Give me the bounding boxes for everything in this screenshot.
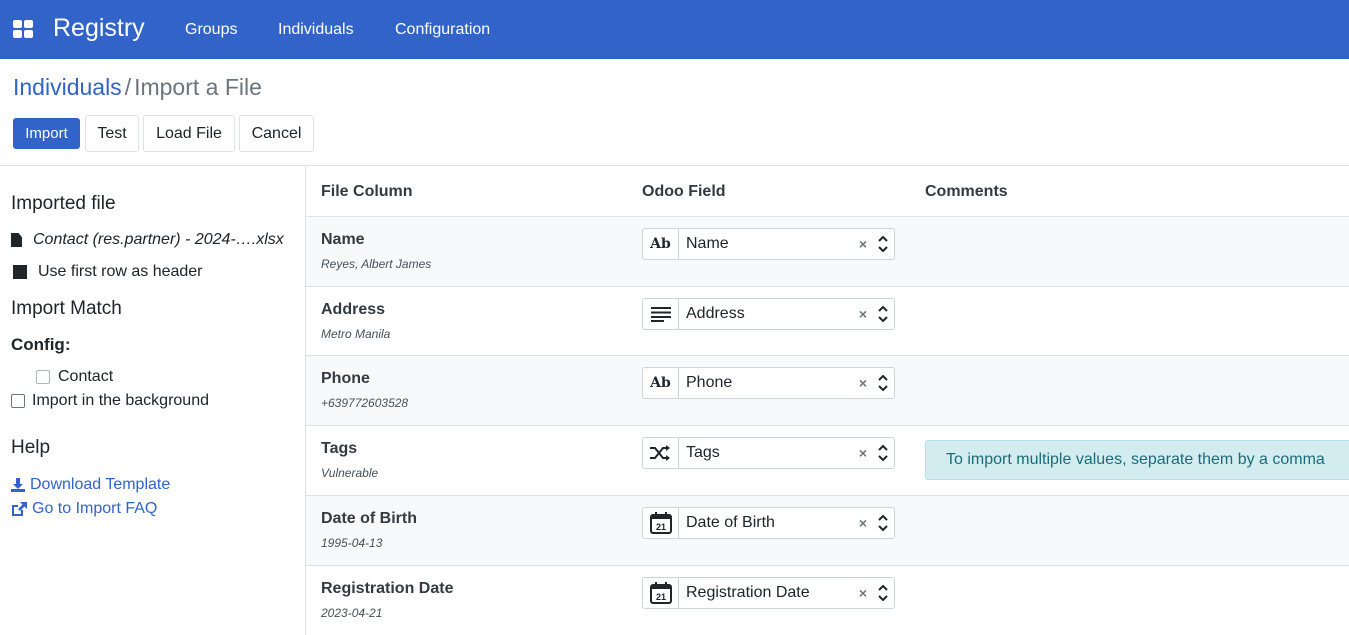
file-column-sample: 2023-04-21 bbox=[321, 606, 383, 620]
odoo-field-value: Tags bbox=[686, 444, 720, 461]
breadcrumb-separator: / bbox=[124, 74, 132, 100]
text-icon: Ab bbox=[643, 368, 679, 398]
sort-arrows-icon[interactable] bbox=[872, 373, 894, 393]
download-template-link[interactable]: Download Template bbox=[11, 476, 170, 494]
config-contact-label: Contact bbox=[58, 368, 114, 385]
table-row: Date of Birth 1995-04-13 21 Date of Birt… bbox=[306, 495, 1349, 565]
file-column-name: Address bbox=[321, 301, 386, 318]
odoo-field-value: Date of Birth bbox=[686, 514, 775, 531]
nav-item-groups[interactable]: Groups bbox=[185, 21, 237, 39]
header-odoo-field: Odoo Field bbox=[642, 183, 726, 200]
apps-menu-icon[interactable] bbox=[13, 20, 33, 38]
file-column-sample: Vulnerable bbox=[321, 466, 379, 480]
text-icon: Ab bbox=[643, 229, 679, 259]
comment-info-box: To import multiple values, separate them… bbox=[925, 440, 1349, 480]
import-background-checkbox[interactable] bbox=[11, 394, 25, 408]
download-template-label: Download Template bbox=[30, 476, 171, 493]
odoo-field-value: Address bbox=[686, 305, 745, 322]
load-file-button[interactable]: Load File bbox=[143, 115, 235, 152]
clear-icon[interactable]: × bbox=[854, 445, 872, 461]
table-row: Registration Date 2023-04-21 21 Registra… bbox=[306, 565, 1349, 635]
file-column-name: Date of Birth bbox=[321, 510, 417, 527]
import-faq-link[interactable]: Go to Import FAQ bbox=[11, 500, 157, 518]
sort-arrows-icon[interactable] bbox=[872, 583, 894, 603]
file-column-name: Name bbox=[321, 231, 365, 248]
sort-arrows-icon[interactable] bbox=[872, 304, 894, 324]
breadcrumb-current: Import a File bbox=[134, 74, 262, 100]
config-contact-option[interactable]: Contact bbox=[36, 368, 113, 386]
odoo-field-select[interactable]: 21 Registration Date × bbox=[642, 577, 895, 609]
sort-arrows-icon[interactable] bbox=[872, 443, 894, 463]
clear-icon[interactable]: × bbox=[854, 306, 872, 322]
config-contact-checkbox[interactable] bbox=[36, 370, 50, 384]
file-column-sample: Reyes, Albert James bbox=[321, 257, 432, 271]
calendar-icon: 21 bbox=[643, 578, 679, 608]
import-faq-label: Go to Import FAQ bbox=[32, 500, 158, 517]
help-title: Help bbox=[11, 437, 51, 458]
file-column-name: Tags bbox=[321, 440, 358, 457]
clear-icon[interactable]: × bbox=[854, 585, 872, 601]
odoo-field-value: Name bbox=[686, 235, 729, 252]
nav-item-configuration[interactable]: Configuration bbox=[395, 21, 490, 39]
first-row-header-label: Use first row as header bbox=[38, 263, 203, 280]
external-link-icon bbox=[12, 501, 27, 516]
file-icon bbox=[11, 233, 22, 247]
import-background-label: Import in the background bbox=[32, 392, 209, 409]
odoo-field-select[interactable]: Address × bbox=[642, 298, 895, 330]
import-button[interactable]: Import bbox=[13, 118, 80, 149]
calendar-icon: 21 bbox=[643, 508, 679, 538]
header-file-column: File Column bbox=[321, 183, 413, 200]
calendar-day-number: 21 bbox=[655, 592, 665, 602]
breadcrumb-individuals-link[interactable]: Individuals bbox=[13, 74, 122, 100]
odoo-field-select[interactable]: Ab Name × bbox=[642, 228, 895, 260]
first-row-header-checkbox[interactable] bbox=[13, 265, 27, 279]
odoo-field-value: Registration Date bbox=[686, 584, 810, 601]
download-icon bbox=[11, 478, 25, 492]
odoo-field-select[interactable]: Tags × bbox=[642, 437, 895, 469]
top-navbar: Registry Groups Individuals Configuratio… bbox=[0, 0, 1349, 59]
file-column-name: Phone bbox=[321, 370, 370, 387]
breadcrumb: Individuals / Import a File bbox=[13, 74, 262, 101]
test-button[interactable]: Test bbox=[85, 115, 139, 152]
file-name-text: Contact (res.partner) - 2024-….xlsx bbox=[33, 231, 284, 248]
nav-item-individuals[interactable]: Individuals bbox=[278, 21, 354, 39]
table-row: Address Metro Manila Address × bbox=[306, 286, 1349, 356]
table-row: Phone +639772603528 Ab Phone × bbox=[306, 355, 1349, 425]
file-column-sample: Metro Manila bbox=[321, 327, 391, 341]
imported-file-title: Imported file bbox=[11, 193, 116, 214]
clear-icon[interactable]: × bbox=[854, 236, 872, 252]
file-column-sample: +639772603528 bbox=[321, 396, 409, 410]
file-column-sample: 1995-04-13 bbox=[321, 536, 383, 550]
first-row-header-option[interactable]: Use first row as header bbox=[13, 263, 203, 281]
sort-arrows-icon[interactable] bbox=[872, 513, 894, 533]
cancel-button[interactable]: Cancel bbox=[239, 115, 314, 152]
table-row: Name Reyes, Albert James Ab Name × bbox=[306, 216, 1349, 286]
header-comments: Comments bbox=[925, 183, 1008, 200]
odoo-field-select[interactable]: Ab Phone × bbox=[642, 367, 895, 399]
config-label: Config: bbox=[11, 335, 71, 354]
odoo-field-value: Phone bbox=[686, 374, 733, 391]
clear-icon[interactable]: × bbox=[854, 515, 872, 531]
table-row: Tags Vulnerable Tags × To import multipl… bbox=[306, 425, 1349, 495]
mapping-table: File Column Odoo Field Comments Name Rey… bbox=[306, 166, 1349, 635]
odoo-field-select[interactable]: 21 Date of Birth × bbox=[642, 507, 895, 539]
import-background-option[interactable]: Import in the background bbox=[11, 392, 209, 410]
imported-file-name: Contact (res.partner) - 2024-….xlsx bbox=[11, 231, 284, 249]
import-match-title: Import Match bbox=[11, 298, 122, 319]
multiline-text-icon bbox=[643, 299, 679, 329]
sort-arrows-icon[interactable] bbox=[872, 234, 894, 254]
app-brand[interactable]: Registry bbox=[53, 14, 145, 43]
file-column-name: Registration Date bbox=[321, 580, 454, 597]
clear-icon[interactable]: × bbox=[854, 375, 872, 391]
relation-icon bbox=[643, 438, 679, 468]
calendar-day-number: 21 bbox=[655, 522, 665, 532]
